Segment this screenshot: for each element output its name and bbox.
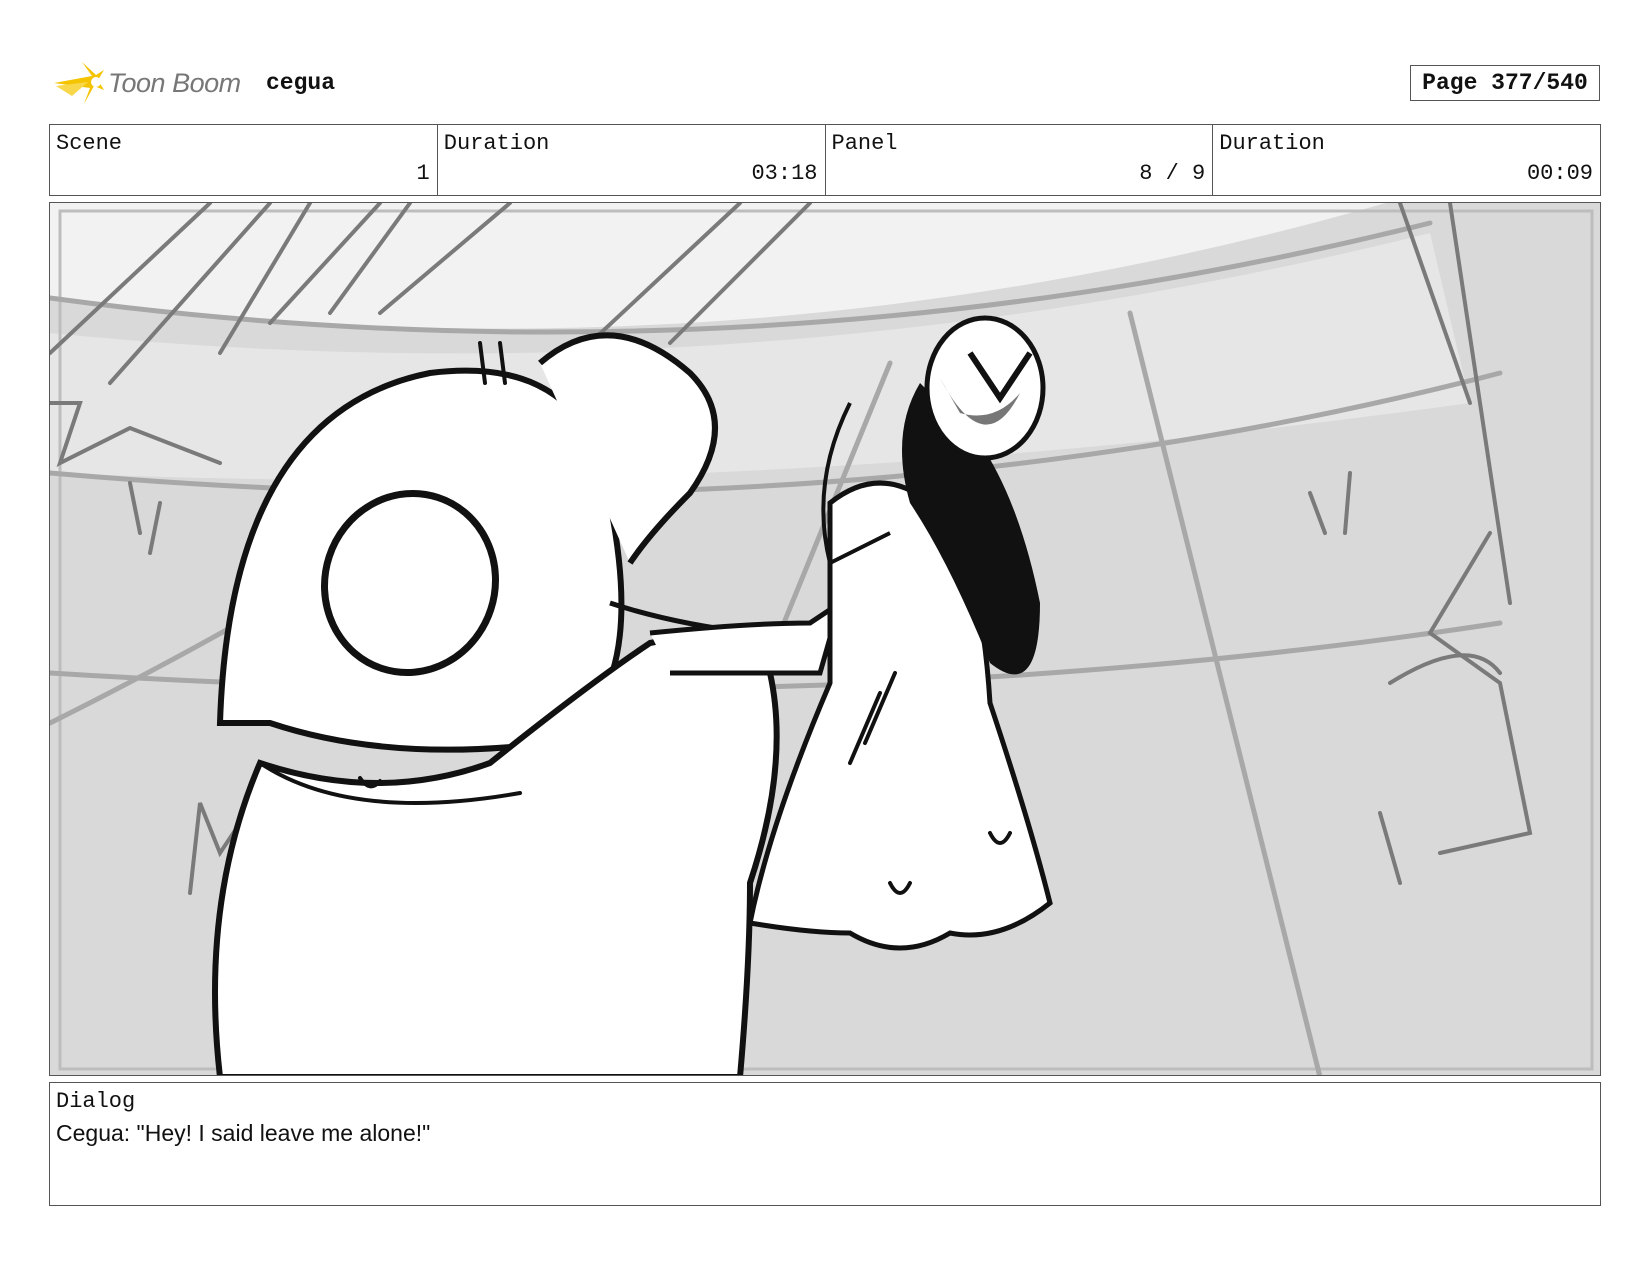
dialog-text: Cegua: "Hey! I said leave me alone!" <box>56 1120 431 1146</box>
panel-cell: Panel 8 / 9 <box>826 125 1214 195</box>
project-name: cegua <box>266 70 336 96</box>
panel-duration-value: 00:09 <box>1526 161 1593 186</box>
dialog-box: Dialog Cegua: "Hey! I said leave me alon… <box>49 1082 1601 1206</box>
scene-duration-label: Duration <box>443 131 550 156</box>
storyboard-sketch-icon <box>50 203 1600 1075</box>
panel-value: 8 / 9 <box>1139 161 1206 186</box>
dialog-label: Dialog <box>56 1089 136 1114</box>
scene-duration-cell: Duration 03:18 <box>438 125 826 195</box>
panel-info-row: Scene 1 Duration 03:18 Panel 8 / 9 Durat… <box>49 124 1601 196</box>
scene-duration-value: 03:18 <box>751 161 818 186</box>
panel-duration-label: Duration <box>1219 131 1325 156</box>
scene-value: 1 <box>416 161 430 186</box>
scene-label: Scene <box>56 131 123 156</box>
panel-duration-cell: Duration 00:09 <box>1213 125 1600 195</box>
logo-text: Toon Boom <box>108 67 241 98</box>
scene-cell: Scene 1 <box>50 125 438 195</box>
page-indicator: Page 377/540 <box>1410 65 1600 101</box>
toon-boom-logo: Toon Boom <box>52 56 241 110</box>
toon-boom-star-icon <box>54 62 104 104</box>
panel-label: Panel <box>831 131 898 156</box>
storyboard-panel <box>49 202 1601 1076</box>
